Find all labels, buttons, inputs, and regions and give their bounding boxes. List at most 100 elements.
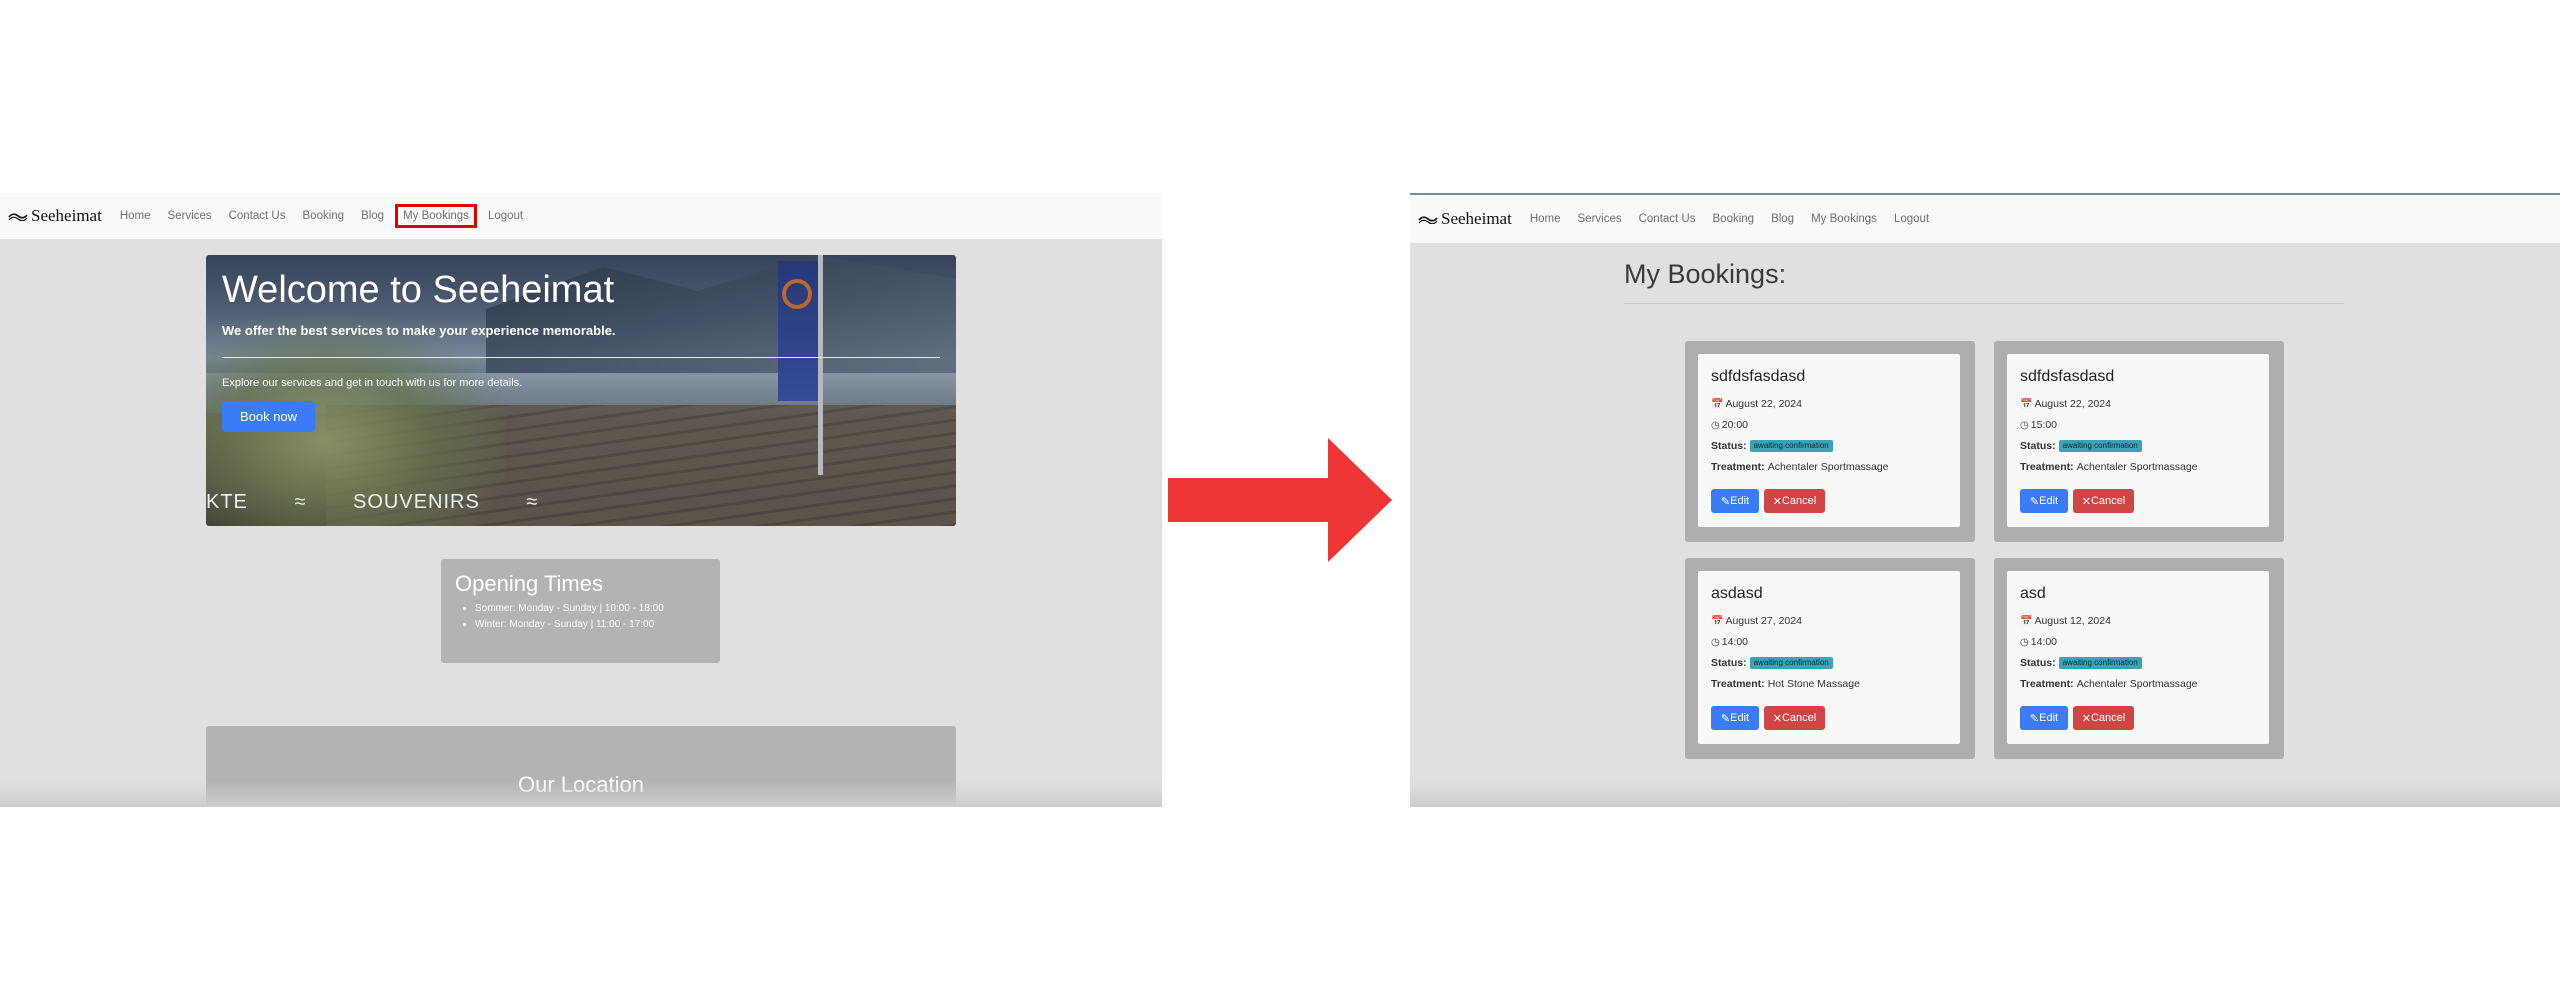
- booking-status: Status: awaiting confirmation: [1711, 657, 1833, 669]
- treatment-label: Treatment:: [1711, 461, 1765, 473]
- edit-icon: ✎: [1720, 495, 1731, 508]
- nav-services[interactable]: Services: [166, 208, 214, 224]
- treatment-value: Hot Stone Massage: [1767, 678, 1860, 690]
- booking-card: asdasd 📅 August 27, 2024 ◷ 14:00 Status: aw…: [1685, 558, 1975, 759]
- right-arrow-icon: [1168, 438, 1392, 562]
- clock-icon: ◷: [1711, 636, 1720, 648]
- booking-date: 📅 August 22, 2024: [2020, 398, 2111, 410]
- booking-treatment: Treatment: Achentaler Sportmassage: [1711, 461, 1889, 473]
- nav-services[interactable]: Services: [1576, 211, 1624, 227]
- nav-blog[interactable]: Blog: [1769, 211, 1796, 227]
- nav-contact-us[interactable]: Contact Us: [227, 208, 288, 224]
- edit-label: Edit: [2039, 712, 2059, 724]
- page-title: My Bookings:: [1624, 259, 1787, 289]
- booking-card: asd 📅 August 12, 2024 ◷ 14:00 Status: await…: [1994, 558, 2284, 759]
- hero-subtitle: We offer the best services to make your …: [222, 323, 616, 338]
- nav-booking[interactable]: Booking: [1711, 211, 1757, 227]
- wave-logo-icon: [1418, 214, 1438, 224]
- clock-icon: ◷: [2020, 636, 2029, 648]
- nav-contact-us[interactable]: Contact Us: [1637, 211, 1698, 227]
- edit-button[interactable]: ✎ Edit: [1711, 489, 1759, 513]
- edit-icon: ✎: [1720, 712, 1731, 725]
- marquee-separator: ≈: [526, 491, 539, 513]
- status-badge: awaiting confirmation: [1749, 657, 1833, 669]
- calendar-icon: 📅: [2020, 615, 2033, 627]
- status-badge: awaiting confirmation: [2058, 657, 2142, 669]
- panel-shade: [1410, 781, 2560, 807]
- hero-banner: Welcome to Seeheimat We offer the best s…: [206, 255, 956, 526]
- booking-card-body: sdfdsfasdasd 📅 August 22, 2024 ◷ 15:00 Sta…: [2007, 354, 2269, 527]
- status-label: Status:: [1711, 657, 1747, 669]
- booking-date: 📅 August 12, 2024: [2020, 615, 2111, 627]
- booking-time-value: 20:00: [1721, 419, 1749, 431]
- status-badge: awaiting confirmation: [1749, 440, 1833, 452]
- booking-name: asdasd: [1711, 585, 1763, 602]
- calendar-icon: 📅: [1711, 615, 1724, 627]
- treatment-value: Achentaler Sportmassage: [1767, 461, 1889, 473]
- booking-status: Status: awaiting confirmation: [2020, 440, 2142, 452]
- status-label: Status:: [2020, 440, 2056, 452]
- nav-booking[interactable]: Booking: [301, 208, 347, 224]
- hero-divider: [222, 357, 940, 358]
- marquee-item: SOUVENIRS: [353, 491, 480, 513]
- cancel-button[interactable]: ✕ Cancel: [2073, 706, 2134, 730]
- brand-name: Seeheimat: [1441, 209, 1512, 228]
- booking-card-body: asd 📅 August 12, 2024 ◷ 14:00 Status: await…: [2007, 571, 2269, 744]
- treatment-label: Treatment:: [2020, 678, 2074, 690]
- hero-marquee: KTE ≈ SOUVENIRS ≈: [206, 491, 578, 514]
- edit-button[interactable]: ✎ Edit: [1711, 706, 1759, 730]
- nav-logout[interactable]: Logout: [1892, 211, 1931, 227]
- after-screenshot: Seeheimat Home Services Contact Us Booki…: [1410, 193, 2560, 807]
- treatment-value: Achentaler Sportmassage: [2076, 461, 2198, 473]
- cancel-button[interactable]: ✕ Cancel: [1764, 706, 1825, 730]
- booking-treatment: Treatment: Achentaler Sportmassage: [2020, 678, 2198, 690]
- nav-my-bookings[interactable]: My Bookings: [1809, 211, 1879, 227]
- cancel-button[interactable]: ✕ Cancel: [1764, 489, 1825, 513]
- edit-label: Edit: [2039, 495, 2059, 507]
- x-icon: ✕: [2081, 495, 2091, 508]
- marquee-separator: ≈: [294, 491, 307, 513]
- cancel-label: Cancel: [1781, 495, 1817, 507]
- brand-name: Seeheimat: [31, 206, 102, 225]
- booking-date-value: August 27, 2024: [1725, 615, 1802, 627]
- edit-icon: ✎: [2029, 712, 2040, 725]
- booking-name: sdfdsfasdasd: [2020, 368, 2115, 385]
- brand[interactable]: Seeheimat: [8, 206, 102, 226]
- status-label: Status:: [1711, 440, 1747, 452]
- booking-status: Status: awaiting confirmation: [1711, 440, 1833, 452]
- nav-logout[interactable]: Logout: [486, 208, 525, 224]
- cancel-label: Cancel: [2090, 495, 2126, 507]
- status-badge: awaiting confirmation: [2058, 440, 2142, 452]
- panel-shade: [0, 781, 1162, 807]
- nav-home[interactable]: Home: [118, 208, 153, 224]
- cancel-button[interactable]: ✕ Cancel: [2073, 489, 2134, 513]
- clock-icon: ◷: [2020, 419, 2029, 431]
- title-divider: [1624, 303, 2344, 304]
- edit-label: Edit: [1730, 712, 1750, 724]
- booking-treatment: Treatment: Achentaler Sportmassage: [2020, 461, 2198, 473]
- book-now-button[interactable]: Book now: [222, 401, 315, 432]
- nav-my-bookings[interactable]: My Bookings: [395, 204, 477, 228]
- booking-date: 📅 August 22, 2024: [1711, 398, 1802, 410]
- booking-card: sdfdsfasdasd 📅 August 22, 2024 ◷ 20:00 Sta…: [1685, 341, 1975, 542]
- booking-date: 📅 August 27, 2024: [1711, 615, 1802, 627]
- nav-home[interactable]: Home: [1528, 211, 1563, 227]
- edit-button[interactable]: ✎ Edit: [2020, 489, 2068, 513]
- edit-button[interactable]: ✎ Edit: [2020, 706, 2068, 730]
- booking-time-value: 15:00: [2030, 419, 2058, 431]
- opening-times-item: Sommer: Monday - Sunday | 10:00 - 18:00: [475, 601, 664, 617]
- opening-times-list: Sommer: Monday - Sunday | 10:00 - 18:00 …: [455, 601, 664, 633]
- booking-status: Status: awaiting confirmation: [2020, 657, 2142, 669]
- nav-blog[interactable]: Blog: [359, 208, 386, 224]
- before-screenshot: Seeheimat Home Services Contact Us Booki…: [0, 193, 1162, 807]
- booking-name: asd: [2020, 585, 2046, 602]
- booking-card-body: asdasd 📅 August 27, 2024 ◷ 14:00 Status: aw…: [1698, 571, 1960, 744]
- cancel-label: Cancel: [2090, 712, 2126, 724]
- brand[interactable]: Seeheimat: [1418, 209, 1512, 229]
- booking-time: ◷ 14:00: [1711, 636, 1748, 648]
- x-icon: ✕: [1772, 712, 1782, 725]
- booking-date-value: August 22, 2024: [1725, 398, 1802, 410]
- booking-time: ◷ 14:00: [2020, 636, 2057, 648]
- wave-logo-icon: [8, 211, 28, 221]
- treatment-value: Achentaler Sportmassage: [2076, 678, 2198, 690]
